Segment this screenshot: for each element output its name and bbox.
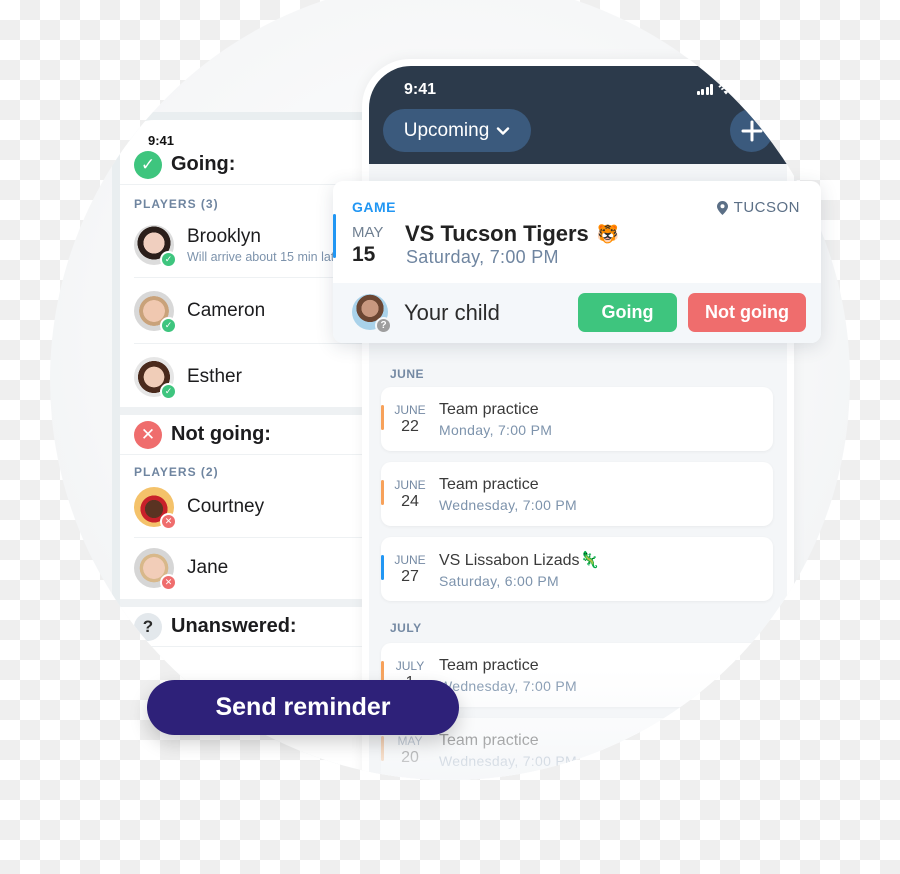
chevron-down-icon	[497, 126, 510, 135]
location-label: TUCSON	[733, 199, 800, 216]
child-label: Your child	[404, 300, 500, 325]
event-card[interactable]: JUNE 24 Team practice Wednesday, 7:00 PM	[381, 462, 773, 526]
section-not-going-header: ✕ Not going:	[120, 415, 364, 455]
avatar: ✓	[134, 224, 177, 268]
section-divider	[120, 407, 364, 415]
wifi-icon	[718, 83, 734, 95]
player-name: Esther	[187, 366, 242, 387]
player-row[interactable]: ✕ Courtney	[134, 476, 364, 538]
status-time: 9:41	[404, 81, 437, 98]
section-title: Going:	[171, 153, 236, 175]
check-circle-icon: ✓	[134, 150, 162, 179]
check-badge-icon: ✓	[160, 316, 177, 334]
player-name: Courtney	[187, 495, 265, 517]
game-title-text: VS Tucson Tigers	[405, 221, 589, 246]
player-name: Jane	[187, 557, 229, 578]
check-badge-icon: ✓	[160, 383, 177, 400]
event-date: JUNE 24	[381, 478, 439, 511]
child-avatar: ?	[352, 294, 392, 334]
month-label: JULY	[390, 621, 422, 635]
player-row[interactable]: ✓ Cameron	[134, 278, 364, 344]
game-title: VS Tucson Tigers 🐯	[405, 221, 619, 247]
featured-game-card[interactable]: GAME TUCSON MAY 15 VS Tucson Tigers 🐯 Sa…	[333, 181, 821, 343]
event-title: VS Lissabon Lizads🦎	[439, 551, 600, 569]
event-month: JUNE	[394, 477, 426, 492]
avatar: ✕	[134, 486, 177, 530]
child-response-row: ? Your child Going Not going	[333, 283, 821, 343]
right-phone: 9:41 Upcoming JUNE JUNE 22 Team practice…	[362, 59, 794, 780]
player-note: Will arrive about 15 min late	[187, 249, 342, 264]
going-button[interactable]: Going	[578, 293, 677, 332]
event-card[interactable]: JUNE 27 VS Lissabon Lizads🦎 Saturday, 6:…	[381, 537, 773, 601]
send-reminder-button[interactable]: Send reminder	[147, 680, 459, 735]
add-event-button[interactable]	[730, 109, 773, 152]
event-title: Team practice	[439, 475, 539, 493]
event-card[interactable]: JUNE 22 Team practice Monday, 7:00 PM	[381, 387, 773, 451]
event-type-label: GAME	[352, 199, 396, 215]
check-badge-icon: ✓	[160, 250, 177, 268]
section-divider	[120, 599, 364, 607]
event-day: 27	[401, 567, 419, 585]
avatar: ✕	[134, 548, 177, 591]
battery-icon	[739, 83, 764, 95]
avatar: ✓	[134, 357, 177, 400]
location: TUCSON	[716, 199, 800, 216]
x-badge-icon: ✕	[160, 512, 177, 530]
section-title: Unanswered:	[171, 615, 297, 637]
app-header: 9:41 Upcoming	[369, 66, 787, 164]
upcoming-filter-dropdown[interactable]: Upcoming	[383, 109, 531, 152]
question-badge-icon: ?	[375, 317, 392, 334]
x-badge-icon: ✕	[160, 574, 177, 591]
month-label: JUNE	[390, 367, 425, 381]
player-name: Brooklyn	[187, 225, 261, 247]
status-icons	[696, 83, 764, 95]
location-pin-icon	[716, 200, 728, 215]
game-month: MAY	[352, 224, 384, 241]
event-subtitle: Wednesday, 7:00 PM	[439, 496, 577, 513]
event-month: JUNE	[394, 552, 426, 567]
section-going-header: ✓ Going:	[120, 145, 364, 185]
section-unanswered-header: ? Unanswered:	[120, 607, 364, 647]
signal-icon	[696, 83, 713, 95]
tiger-icon: 🐯	[596, 223, 620, 244]
schedule-screen: 9:41 Upcoming JUNE JUNE 22 Team practice…	[369, 66, 787, 780]
player-row[interactable]: ✕ Jane	[134, 538, 364, 598]
avatar: ✓	[134, 290, 177, 334]
event-date: JUNE 22	[381, 403, 439, 436]
filter-label: Upcoming	[403, 119, 490, 141]
player-name: Cameron	[187, 299, 266, 321]
game-accent	[333, 214, 336, 258]
question-circle-icon: ?	[134, 612, 162, 641]
event-month: JUNE	[394, 402, 426, 417]
players-count-label: PLAYERS (3)	[134, 197, 219, 211]
game-datetime: Saturday, 7:00 PM	[406, 247, 559, 267]
event-accent	[381, 405, 384, 430]
event-subtitle: Monday, 7:00 PM	[439, 421, 553, 438]
x-circle-icon: ✕	[134, 420, 162, 449]
not-going-button[interactable]: Not going	[688, 293, 806, 332]
event-accent	[381, 480, 384, 505]
event-title: Team practice	[439, 400, 539, 418]
event-date: JUNE 27	[381, 553, 439, 586]
event-subtitle: Saturday, 6:00 PM	[439, 572, 560, 589]
game-day: 15	[352, 243, 376, 266]
section-title: Not going:	[171, 423, 271, 445]
plus-icon	[741, 120, 762, 141]
event-accent	[381, 555, 384, 580]
player-row[interactable]: ✓ Brooklyn Will arrive about 15 min late	[134, 212, 364, 278]
event-day: 24	[401, 492, 419, 510]
player-row[interactable]: ✓ Esther	[134, 344, 364, 410]
event-day: 22	[401, 417, 419, 435]
circle-clip: 9:41 ✓ Going: PLAYERS (3) ✓ Brooklyn Wil…	[50, 0, 850, 780]
